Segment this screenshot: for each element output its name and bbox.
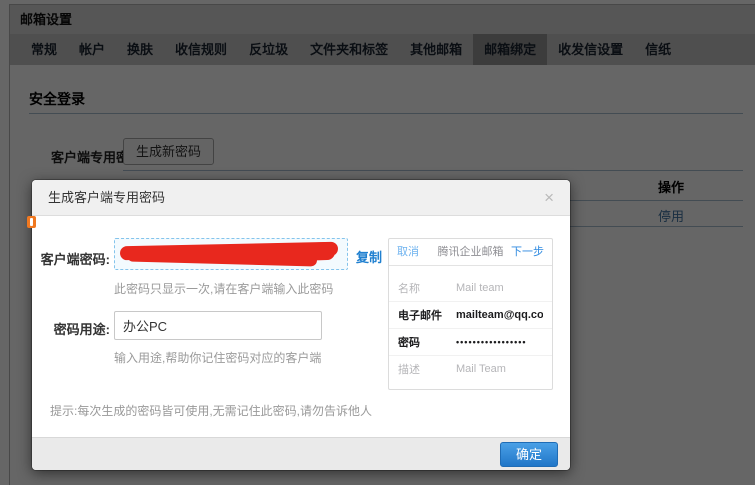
preview-email-label: 电子邮件 [398,307,456,323]
preview-form-rows: 名称 Mail team 电子邮件 mailteam@qq.com 密码 •••… [389,274,552,382]
dialog-footer: 确定 [32,437,570,470]
preview-description-label: 描述 [398,361,456,377]
password-hint-text: 此密码只显示一次,请在客户端输入此密码 [114,280,333,297]
preview-email-value: mailteam@qq.com [456,309,543,321]
preview-row-description: 描述 Mail Team [389,355,552,382]
preview-row-email: 电子邮件 mailteam@qq.com [389,301,552,328]
generate-password-dialog: 生成客户端专用密码 × 客户端密码: 复制 此密码只显示一次,请在客户端输入此密… [32,180,570,470]
purpose-hint-text: 输入用途,帮助你记住密码对应的客户端 [114,349,321,366]
client-setup-preview: 取消 腾讯企业邮箱 下一步 名称 Mail team 电子邮件 mailteam… [388,238,553,390]
preview-name-value: Mail team [456,282,504,294]
copy-link[interactable]: 复制 [356,247,382,266]
annotation-marker-icon [27,216,36,228]
password-purpose-input[interactable] [114,311,322,340]
preview-password-label: 密码 [398,334,456,350]
client-password-label: 客户端密码: [32,249,110,268]
dialog-header: 生成客户端专用密码 × [32,180,570,216]
close-icon[interactable]: × [540,180,558,216]
password-redaction-scribble [265,242,336,262]
preview-nav-bar: 取消 腾讯企业邮箱 下一步 [389,239,552,266]
preview-row-name: 名称 Mail team [389,274,552,301]
preview-next-label: 下一步 [511,239,544,266]
preview-password-dots: ••••••••••••••••• [456,337,527,347]
confirm-button[interactable]: 确定 [500,442,558,467]
preview-row-password: 密码 ••••••••••••••••• [389,328,552,355]
preview-name-label: 名称 [398,280,456,296]
password-purpose-label: 密码用途: [32,319,110,338]
generated-password-selection[interactable] [114,238,348,270]
dialog-title: 生成客户端专用密码 [48,180,165,216]
dialog-tip-text: 提示:每次生成的密码皆可使用,无需记住此密码,请勿告诉他人 [50,402,372,419]
preview-description-value: Mail Team [456,363,506,375]
